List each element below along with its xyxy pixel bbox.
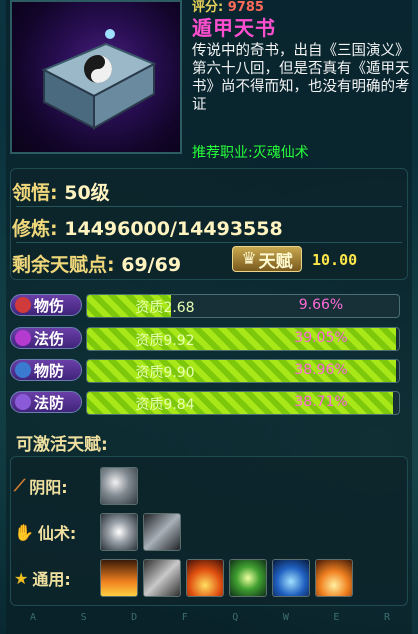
attr-percent: 9.66% <box>298 297 344 313</box>
insight-value: 50级 <box>64 182 110 204</box>
attr-label: 法防 <box>34 393 65 412</box>
attr-bar: 资质2.68 9.66% <box>86 294 400 318</box>
talent-value: 10.00 <box>312 251 358 269</box>
attr-label: 法伤 <box>34 329 65 348</box>
item-description: 传说中的奇书，出自《三国演义》第六十八回，但是否真有《遁甲天书》尚不得而知，也没… <box>192 43 410 113</box>
attr-row-physical-defense[interactable]: 物防 资质9.90 38.96% <box>10 357 408 385</box>
book-icon <box>41 29 157 130</box>
row-label: 阴阳: <box>29 478 68 497</box>
fire-crown-skill-icon[interactable] <box>100 559 138 597</box>
insight-label: 领悟: <box>12 182 58 204</box>
attr-bar: 资质9.84 38.71% <box>86 391 400 415</box>
dragon-skill-icon[interactable] <box>143 559 181 597</box>
attr-row-magic-defense[interactable]: 法防 资质9.84 38.71% <box>10 389 408 417</box>
hotkey-bar: A S D F Q W E R <box>30 612 390 623</box>
attr-tag: 法防 <box>10 391 82 413</box>
talent-button-label: 天赋 <box>258 251 293 272</box>
attr-quality: 资质2.68 <box>135 300 195 316</box>
remaining-row: 剩余天赋点: 69/69 <box>12 250 181 277</box>
divider <box>16 242 402 243</box>
flame-skill-icon[interactable] <box>186 559 224 597</box>
sword-icon <box>15 297 31 313</box>
row-label: 通用: <box>32 570 71 589</box>
hotkey: E <box>333 612 340 623</box>
shield-icon <box>15 362 31 378</box>
attr-quality: 资质9.84 <box>135 397 195 413</box>
talent-button[interactable]: ♛ 天赋 <box>232 246 302 272</box>
insight-row: 领悟: 50级 <box>12 178 110 205</box>
attr-tag: 法伤 <box>10 327 82 349</box>
crown-icon: ♛ <box>241 249 257 269</box>
attr-row-physical-attack[interactable]: 物伤 资质2.68 9.66% <box>10 292 408 320</box>
attr-bar: 资质9.90 38.96% <box>86 359 400 383</box>
talent-row-yinyang: ⟋ 阴阳: <box>14 466 143 506</box>
aura-skill-icon[interactable] <box>272 559 310 597</box>
hotkey: D <box>131 612 138 623</box>
talent-row-label: ★ 通用: <box>14 566 100 590</box>
item-icon[interactable] <box>10 0 182 154</box>
train-row: 修炼: 14496000/14493558 <box>12 214 283 241</box>
talent-row-label: ⟋ 阴阳: <box>14 474 100 498</box>
hotkey: R <box>383 612 390 623</box>
attr-tag: 物伤 <box>10 294 82 316</box>
blast-skill-icon[interactable] <box>315 559 353 597</box>
talent-row-general: ★ 通用: <box>14 558 358 598</box>
swirl-skill-icon[interactable] <box>100 467 138 505</box>
wing-skill-icon[interactable] <box>143 513 181 551</box>
attr-quality: 资质9.92 <box>135 333 195 349</box>
attr-label: 物防 <box>34 361 65 380</box>
hotkey: Q <box>232 612 239 623</box>
attr-row-magic-attack[interactable]: 法伤 资质9.92 39.05% <box>10 325 408 353</box>
train-label: 修炼: <box>12 218 58 240</box>
attr-percent: 38.71% <box>294 394 348 410</box>
hotkey: A <box>30 612 37 623</box>
train-value: 14496000/14493558 <box>64 218 283 240</box>
attr-label: 物伤 <box>34 296 65 315</box>
star-icon: ★ <box>14 568 29 588</box>
divider <box>16 206 402 207</box>
hotkey: S <box>80 612 87 623</box>
hotkey: F <box>181 612 188 623</box>
hand-icon: ✋ <box>14 522 34 542</box>
item-name: 遁甲天书 <box>192 16 276 40</box>
recommended-class: 推荐职业:灭魂仙术 <box>192 145 309 161</box>
lightning-icon <box>15 330 31 346</box>
staff-icon: ⟋ <box>14 476 26 495</box>
activatable-title: 可激活天赋: <box>16 435 108 455</box>
magic-shield-icon <box>15 394 31 410</box>
attr-bar: 资质9.92 39.05% <box>86 327 400 351</box>
talent-row-label: ✋ 仙术: <box>14 520 100 544</box>
burst-skill-icon[interactable] <box>100 513 138 551</box>
warrior-skill-icon[interactable] <box>229 559 267 597</box>
attr-quality: 资质9.90 <box>135 365 195 381</box>
talent-row-immortal: ✋ 仙术: <box>14 512 186 552</box>
attr-percent: 39.05% <box>294 330 348 346</box>
remaining-label: 剩余天赋点: <box>12 254 115 276</box>
attr-tag: 物防 <box>10 359 82 381</box>
attr-percent: 38.96% <box>294 362 348 378</box>
hotkey: W <box>282 612 289 623</box>
row-label: 仙术: <box>37 524 77 543</box>
remaining-value: 69/69 <box>121 254 182 276</box>
